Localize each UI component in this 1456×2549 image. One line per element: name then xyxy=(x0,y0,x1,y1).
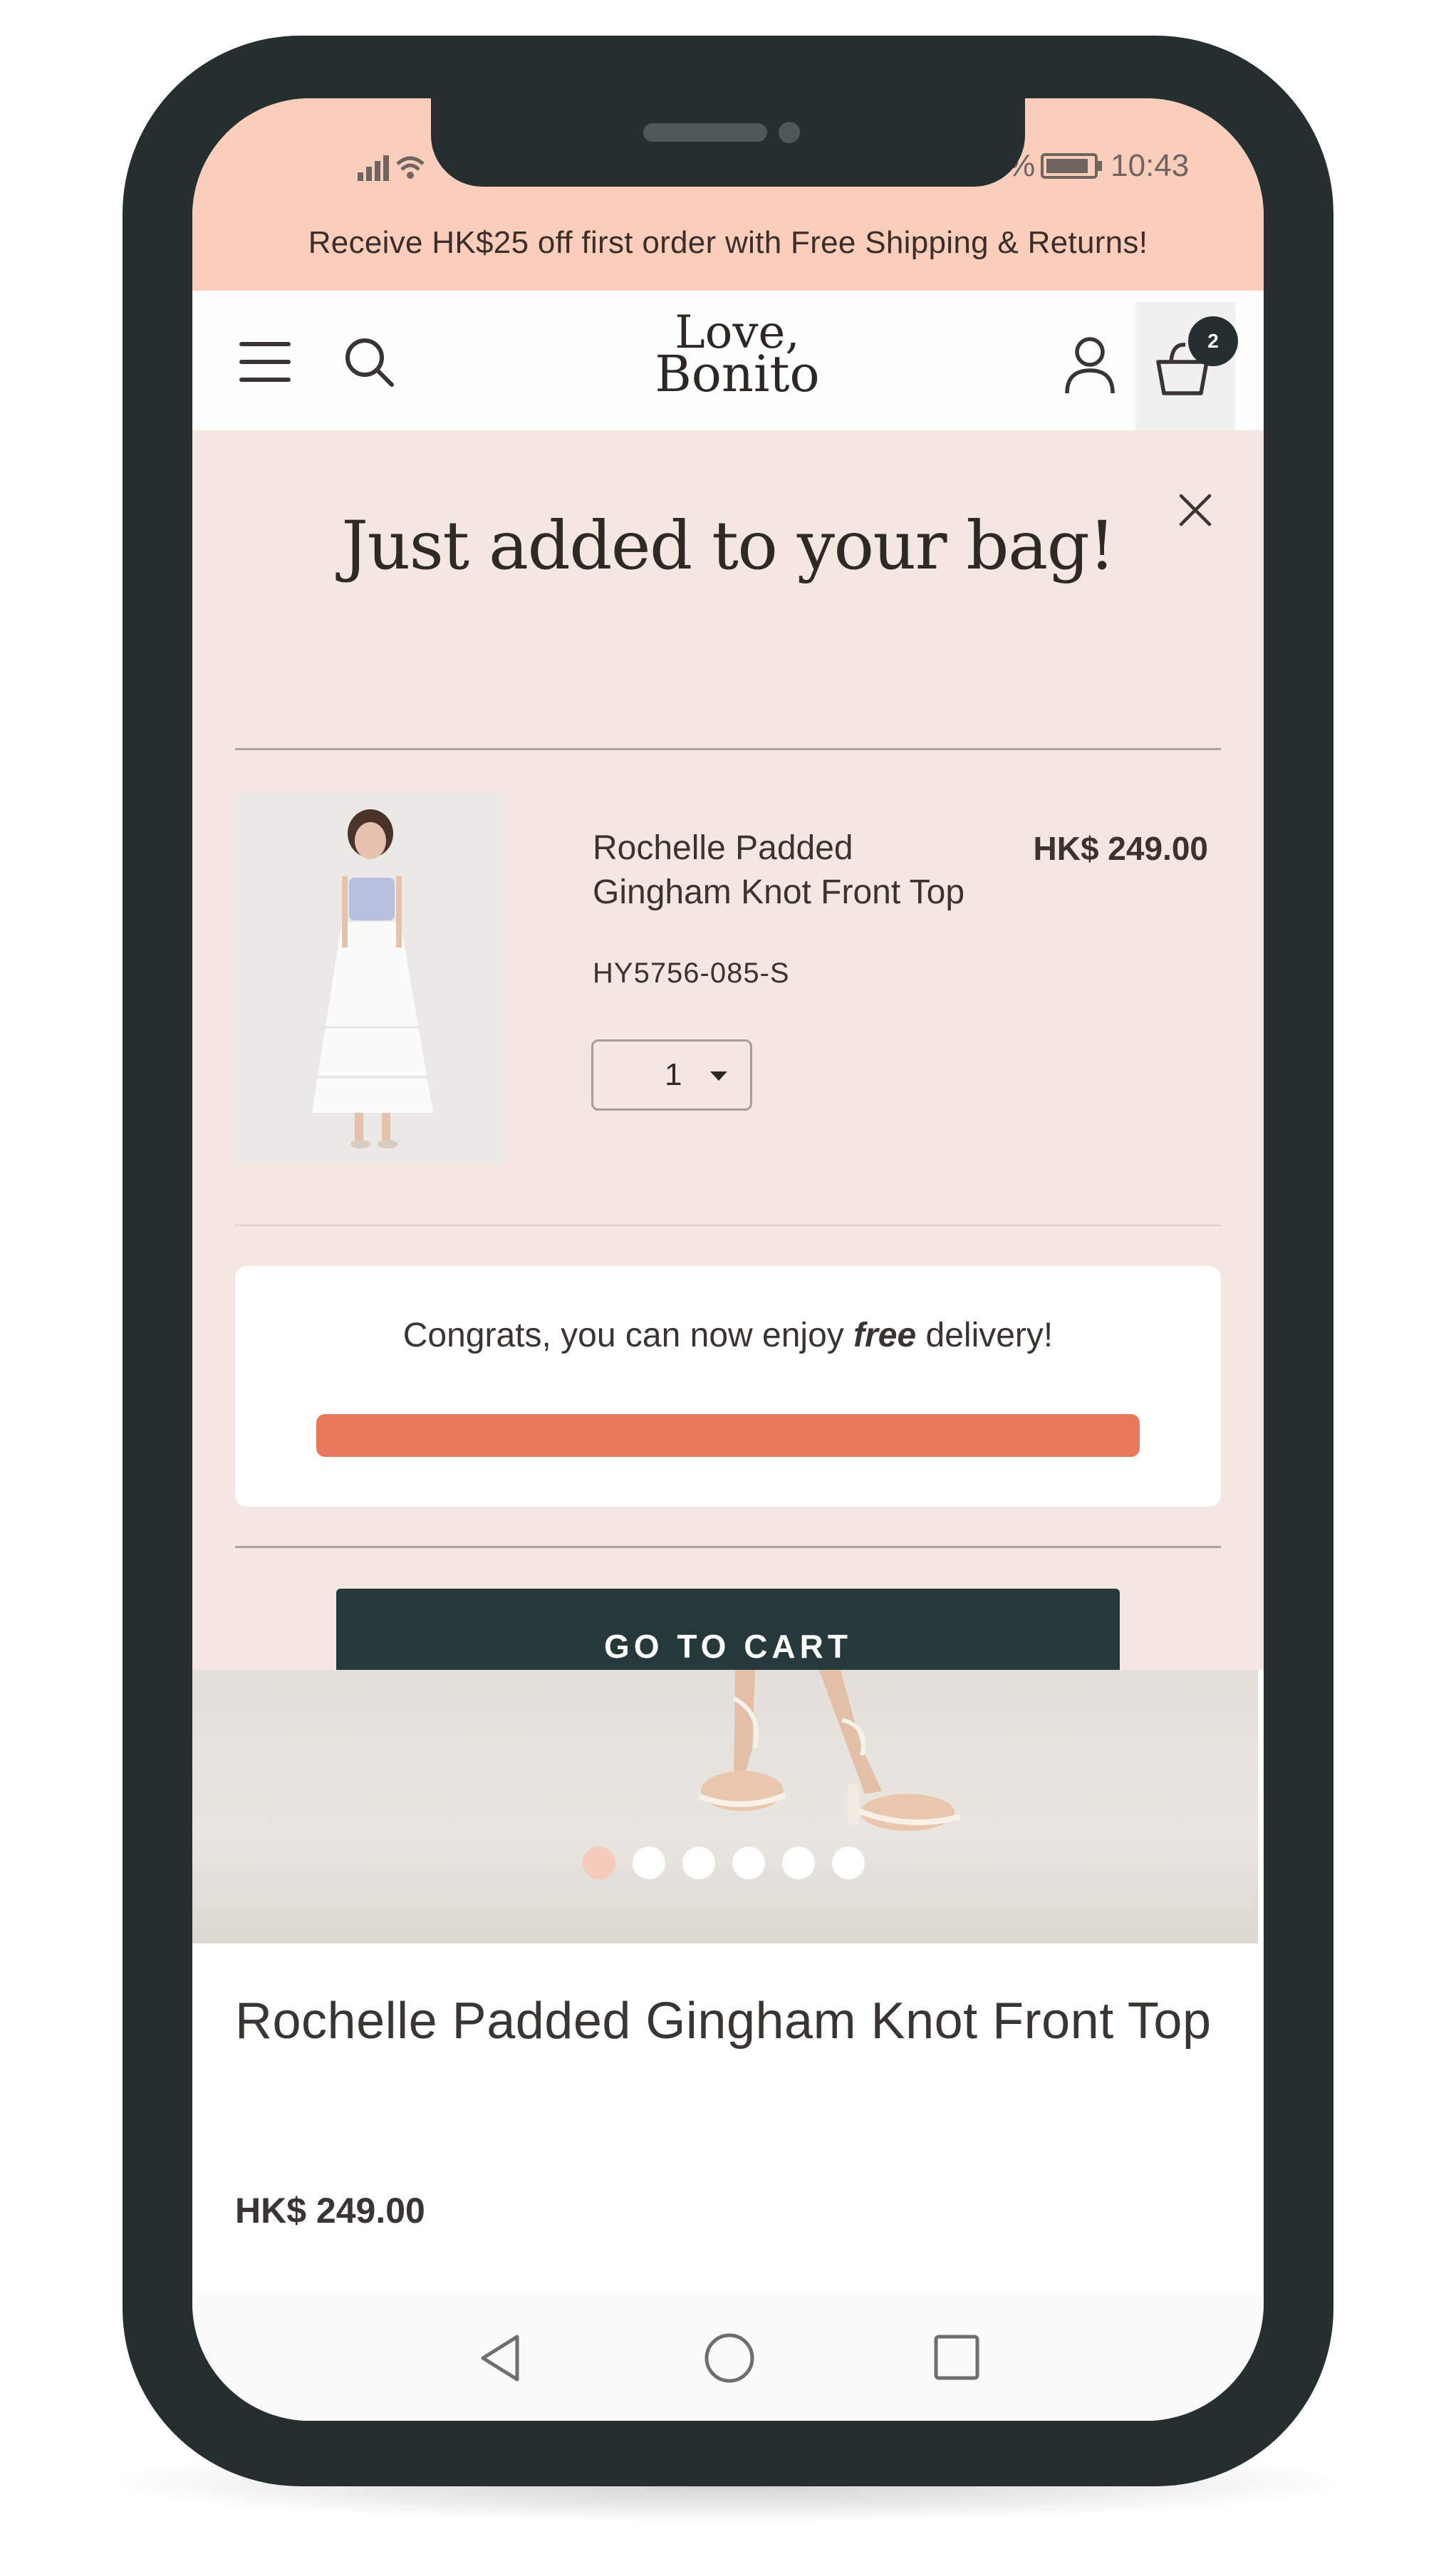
status-time: 10:43 xyxy=(1111,148,1190,183)
promo-banner-text[interactable]: Receive HK$25 off first order with Free … xyxy=(192,225,1264,261)
status-right: % 10:43 xyxy=(1007,145,1189,187)
free-delivery-message: Congrats, you can now enjoy free deliver… xyxy=(235,1316,1221,1355)
divider xyxy=(235,1225,1221,1226)
cart-item-name[interactable]: Rochelle Padded Gingham Knot Front Top xyxy=(593,826,1020,915)
cart-count-badge: 2 xyxy=(1188,316,1238,366)
brand-logo[interactable]: Love, Bonito xyxy=(570,310,905,404)
android-nav-bar xyxy=(192,2295,1264,2421)
battery-icon xyxy=(1041,153,1103,179)
gallery-dot[interactable] xyxy=(583,1847,615,1879)
caret-down-icon xyxy=(710,1071,727,1081)
cart-item-name-line-2: Gingham Knot Front Top xyxy=(593,873,965,911)
product-price: HK$ 249.00 xyxy=(235,2191,425,2231)
gallery-dot[interactable] xyxy=(732,1847,765,1879)
modal-title: Just added to your bag! xyxy=(341,507,1116,585)
gallery-dot[interactable] xyxy=(633,1847,665,1879)
home-icon[interactable] xyxy=(702,2331,756,2385)
front-camera xyxy=(779,122,800,143)
signal-icon xyxy=(358,155,425,181)
gallery-dot[interactable] xyxy=(832,1847,865,1879)
product-gallery-photo xyxy=(698,1670,962,1831)
quantity-select[interactable]: 1 xyxy=(591,1039,752,1111)
product-photo xyxy=(235,792,503,1164)
free-delivery-text-emphasis: free xyxy=(853,1317,917,1354)
product-gallery[interactable] xyxy=(192,1670,1258,1943)
cart-item-sku: HY5756-085-S xyxy=(593,957,790,989)
free-delivery-text-after: delivery! xyxy=(916,1317,1054,1354)
account-icon[interactable] xyxy=(1063,335,1117,395)
gallery-dot[interactable] xyxy=(782,1847,815,1879)
free-delivery-progress-track xyxy=(316,1414,1140,1457)
phone-screen: % 10:43 Receive HK$25 off first order wi… xyxy=(192,98,1264,2421)
free-delivery-progress-fill xyxy=(316,1414,1140,1457)
quantity-value: 1 xyxy=(665,1057,682,1092)
product-title: Rochelle Padded Gingham Knot Front Top xyxy=(235,1993,1212,2050)
divider xyxy=(235,1546,1221,1548)
divider xyxy=(235,748,1221,750)
site-header: Love, Bonito 2 xyxy=(192,291,1264,430)
recents-icon[interactable] xyxy=(933,2334,980,2381)
added-to-bag-modal: Just added to your bag! Rochelle Padded xyxy=(192,430,1264,1703)
free-delivery-text-before: Congrats, you can now enjoy xyxy=(402,1317,854,1354)
logo-line-2: Bonito xyxy=(655,345,820,404)
search-icon[interactable] xyxy=(342,335,396,389)
cart-item-price: HK$ 249.00 xyxy=(1033,830,1209,867)
menu-icon[interactable] xyxy=(238,339,292,385)
gallery-dot[interactable] xyxy=(682,1847,715,1879)
gallery-pagination xyxy=(583,1847,865,1881)
speaker-grille xyxy=(643,123,767,142)
cart-item-name-line-1: Rochelle Padded xyxy=(593,829,853,867)
phone-notch xyxy=(431,98,1025,187)
product-thumbnail[interactable] xyxy=(235,792,503,1164)
free-delivery-card: Congrats, you can now enjoy free deliver… xyxy=(235,1266,1221,1507)
back-icon[interactable] xyxy=(477,2332,523,2384)
